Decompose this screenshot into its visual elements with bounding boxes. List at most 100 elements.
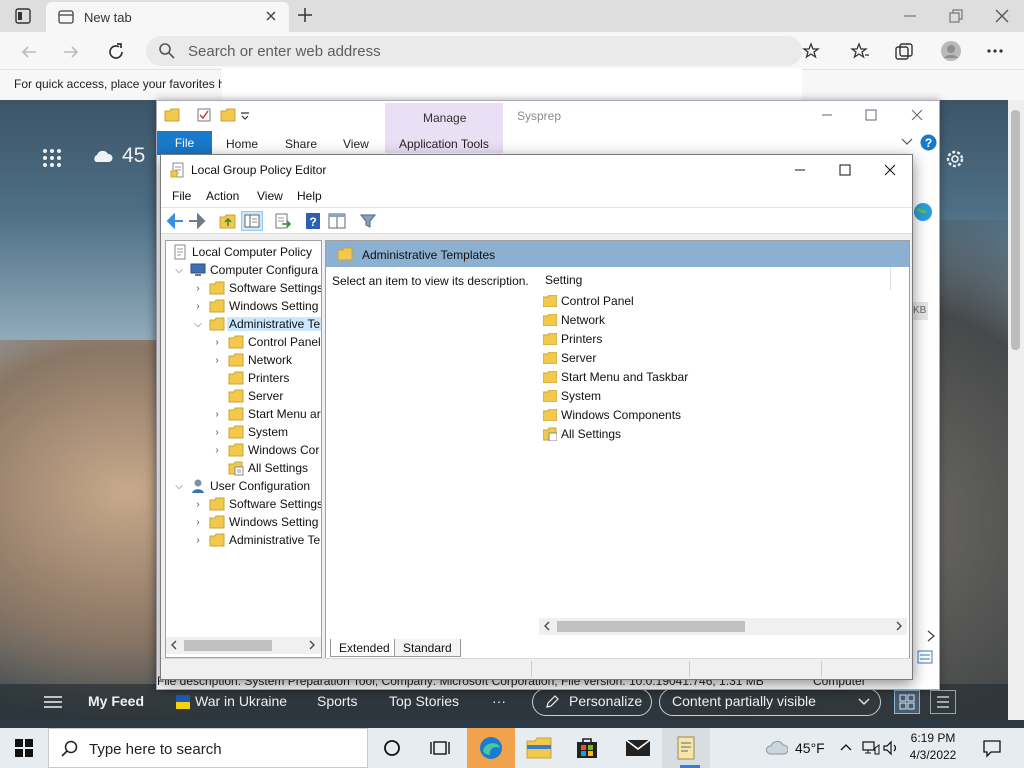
tab-standard[interactable]: Standard bbox=[394, 639, 461, 657]
microsoft-store-icon[interactable] bbox=[563, 728, 611, 768]
show-hide-tree-icon[interactable] bbox=[241, 211, 263, 231]
gpe-minimize-button[interactable] bbox=[777, 155, 823, 185]
personalize-button[interactable]: Personalize bbox=[532, 688, 652, 716]
details-view-icon[interactable] bbox=[917, 650, 933, 664]
scroll-left-icon[interactable] bbox=[170, 640, 178, 650]
tree-node-windows-components[interactable]: Windows Cor bbox=[228, 441, 319, 459]
details-horizontal-scrollbar[interactable] bbox=[539, 618, 907, 635]
filter-icon[interactable] bbox=[360, 213, 376, 229]
taskbar-search-box[interactable]: Type here to search bbox=[48, 728, 368, 768]
close-tab-icon[interactable] bbox=[264, 9, 278, 23]
gpe-maximize-button[interactable] bbox=[822, 155, 868, 185]
setting-column-header[interactable]: Setting bbox=[539, 268, 891, 290]
feed-tab-war-in-ukraine[interactable]: War in Ukraine bbox=[195, 693, 287, 709]
ribbon-expand-chevron-icon[interactable] bbox=[901, 137, 913, 147]
expand-chevron-icon[interactable]: › bbox=[212, 405, 222, 423]
gpe-close-button[interactable] bbox=[867, 155, 913, 185]
edge-browser-icon[interactable] bbox=[467, 728, 515, 768]
apps-grid-icon[interactable] bbox=[42, 148, 62, 168]
feed-tab-top-stories[interactable]: Top Stories bbox=[389, 693, 459, 709]
expand-chevron-icon[interactable]: › bbox=[193, 297, 203, 315]
profile-avatar-icon[interactable] bbox=[940, 40, 962, 62]
tree-node-local-computer-policy[interactable]: Local Computer Policy bbox=[172, 243, 312, 261]
explorer-minimize-icon[interactable] bbox=[820, 108, 834, 122]
hamburger-menu-icon[interactable] bbox=[44, 696, 62, 708]
new-folder-icon[interactable] bbox=[220, 107, 236, 123]
file-explorer-icon[interactable] bbox=[515, 728, 563, 768]
scroll-left-icon[interactable] bbox=[543, 621, 551, 631]
up-one-level-icon[interactable] bbox=[219, 212, 237, 230]
tree-node-system[interactable]: System bbox=[228, 423, 288, 441]
scroll-right-icon[interactable] bbox=[895, 621, 903, 631]
more-options-icon[interactable] bbox=[986, 42, 1004, 60]
tree-node-start-menu[interactable]: Start Menu ar bbox=[228, 405, 321, 423]
ribbon-tab-view[interactable]: View bbox=[343, 137, 369, 151]
taskbar-weather-temp[interactable]: 45°F bbox=[795, 740, 825, 756]
page-scrollbar-thumb[interactable] bbox=[1011, 110, 1020, 350]
tab-actions-icon[interactable] bbox=[14, 7, 32, 25]
tree-node-printers[interactable]: Printers bbox=[228, 369, 289, 387]
new-tab-plus-icon[interactable] bbox=[296, 6, 314, 24]
feed-tab-sports[interactable]: Sports bbox=[317, 693, 357, 709]
explorer-close-icon[interactable] bbox=[910, 108, 924, 122]
task-view-icon[interactable] bbox=[416, 728, 464, 768]
help-book-icon[interactable]: ? bbox=[305, 212, 321, 230]
expand-chevron-icon[interactable]: › bbox=[212, 333, 222, 351]
menu-file[interactable]: File bbox=[172, 189, 191, 203]
page-settings-icon[interactable] bbox=[944, 148, 966, 170]
tab-extended[interactable]: Extended bbox=[330, 639, 399, 657]
tree-node-user-software-settings[interactable]: Software Settings bbox=[209, 495, 321, 513]
expand-chevron-icon[interactable]: › bbox=[193, 513, 203, 531]
tree-node-administrative-templates[interactable]: Administrative Te bbox=[209, 315, 321, 333]
back-arrow-icon[interactable] bbox=[166, 213, 184, 229]
setting-item-system[interactable]: System bbox=[543, 387, 601, 405]
favorites-icon[interactable] bbox=[850, 42, 870, 60]
group-policy-taskbar-icon[interactable] bbox=[662, 728, 710, 768]
ribbon-tab-application-tools[interactable]: Application Tools bbox=[399, 137, 489, 151]
setting-item-windows-components[interactable]: Windows Components bbox=[543, 406, 681, 424]
tree-node-user-administrative-templates[interactable]: Administrative Te bbox=[209, 531, 320, 549]
setting-item-server[interactable]: Server bbox=[543, 349, 596, 367]
minimize-icon[interactable] bbox=[902, 8, 918, 24]
notifications-icon[interactable] bbox=[982, 738, 1002, 758]
restore-icon[interactable] bbox=[948, 8, 964, 24]
tree-node-server[interactable]: Server bbox=[228, 387, 283, 405]
setting-item-start-menu-and-taskbar[interactable]: Start Menu and Taskbar bbox=[543, 368, 688, 386]
tree-node-windows-settings[interactable]: Windows Setting bbox=[209, 297, 318, 315]
start-button[interactable] bbox=[0, 728, 48, 768]
expand-chevron-icon[interactable]: › bbox=[193, 531, 203, 549]
forward-arrow-icon[interactable] bbox=[188, 213, 206, 229]
feed-more[interactable]: ··· bbox=[492, 693, 506, 709]
tree-node-all-settings[interactable]: All Settings bbox=[228, 459, 308, 477]
expand-chevron-icon[interactable]: › bbox=[212, 351, 222, 369]
list-layout-icon[interactable] bbox=[930, 690, 956, 714]
setting-item-control-panel[interactable]: Control Panel bbox=[543, 292, 634, 310]
weather-temperature[interactable]: 45 bbox=[122, 144, 145, 168]
mail-icon[interactable] bbox=[614, 728, 662, 768]
help-icon[interactable]: ? bbox=[920, 134, 937, 151]
properties-pane-icon[interactable] bbox=[328, 213, 346, 229]
quick-access-dropdown-icon[interactable] bbox=[240, 111, 250, 121]
tree-horizontal-scrollbar[interactable] bbox=[166, 637, 321, 654]
expand-chevron-icon[interactable]: › bbox=[212, 441, 222, 459]
taskbar-clock[interactable]: 6:19 PM 4/3/2022 bbox=[902, 731, 964, 767]
tree-node-user-windows-settings[interactable]: Windows Setting bbox=[209, 513, 318, 531]
refresh-icon[interactable] bbox=[106, 42, 126, 62]
setting-item-network[interactable]: Network bbox=[543, 311, 605, 329]
explorer-maximize-icon[interactable] bbox=[864, 108, 878, 122]
tree-node-computer-configuration[interactable]: Computer Configura bbox=[190, 261, 318, 279]
expand-chevron-icon[interactable]: › bbox=[212, 423, 222, 441]
content-visibility-dropdown[interactable]: Content partially visible bbox=[659, 688, 881, 716]
tree-node-control-panel[interactable]: Control Panel bbox=[228, 333, 321, 351]
volume-icon[interactable] bbox=[882, 740, 900, 756]
tree-node-network[interactable]: Network bbox=[228, 351, 292, 369]
add-favorite-icon[interactable] bbox=[802, 42, 822, 60]
tree-node-user-configuration[interactable]: User Configuration bbox=[190, 477, 310, 495]
scroll-right-icon[interactable] bbox=[308, 640, 316, 650]
expand-chevron-icon[interactable]: › bbox=[193, 495, 203, 513]
setting-item-all-settings[interactable]: All Settings bbox=[543, 425, 621, 443]
back-icon[interactable] bbox=[20, 43, 38, 61]
collapse-chevron-icon[interactable]: ⌵ bbox=[193, 315, 203, 333]
collapse-chevron-icon[interactable]: ⌵ bbox=[174, 477, 184, 495]
setting-item-printers[interactable]: Printers bbox=[543, 330, 602, 348]
